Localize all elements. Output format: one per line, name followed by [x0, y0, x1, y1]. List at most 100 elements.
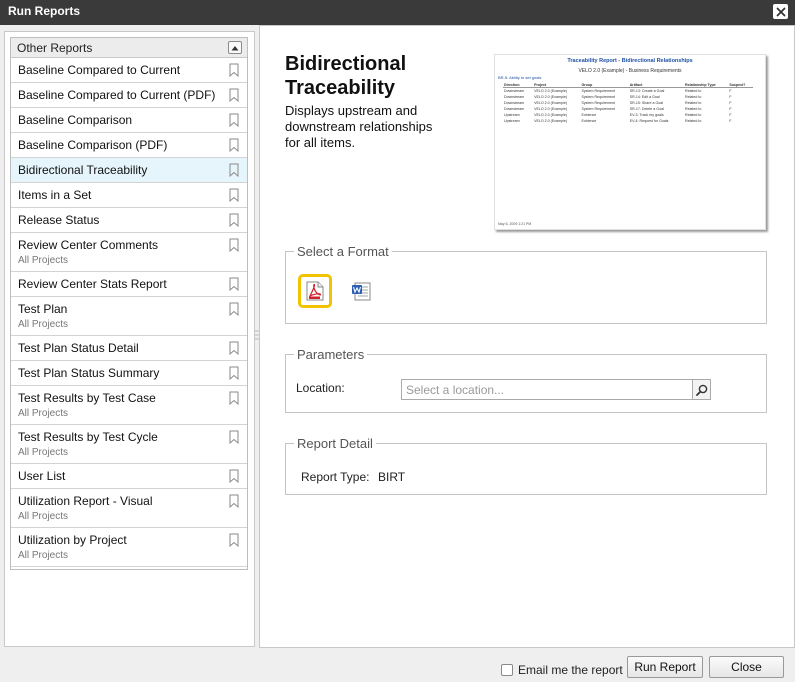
email-option[interactable]: Email me the report: [501, 663, 623, 677]
report-items: Baseline Compared to Current Baseline Com…: [11, 58, 247, 567]
report-list-item[interactable]: Baseline Comparison: [11, 108, 247, 133]
pdf-icon: [306, 281, 324, 301]
report-list-item[interactable]: Test Plan All Projects: [11, 297, 247, 336]
word-format-button[interactable]: [350, 280, 372, 302]
report-item-name: Bidirectional Traceability: [18, 163, 148, 177]
window-title: Run Reports: [8, 4, 80, 18]
report-item-name: Utilization Report - Visual: [18, 494, 153, 508]
bookmark-icon[interactable]: [229, 138, 239, 152]
report-detail-section: Report Detail Report Type: BIRT: [285, 436, 767, 495]
report-item-scope: All Projects: [18, 319, 69, 330]
report-item-name: Items in a Set: [18, 188, 92, 202]
report-item-scope: All Projects: [18, 255, 69, 266]
report-detail-panel: Bidirectional Traceability Displays upst…: [259, 25, 795, 648]
report-item-name: Baseline Compared to Current (PDF): [18, 88, 216, 102]
report-item-name: Utilization by Project: [18, 533, 127, 547]
report-item-scope: All Projects: [18, 550, 69, 561]
report-list-item[interactable]: Test Results by Test Case All Projects: [11, 386, 247, 425]
bookmark-icon[interactable]: [229, 113, 239, 127]
report-list-item[interactable]: Test Results by Test Cycle All Projects: [11, 425, 247, 464]
bookmark-icon[interactable]: [229, 188, 239, 202]
bookmark-icon[interactable]: [229, 469, 239, 483]
report-description: Displays upstream and downstream relatio…: [285, 103, 433, 150]
bookmark-icon[interactable]: [229, 63, 239, 77]
preview-cell: VELO 2.0 (Example): [534, 119, 568, 123]
report-list-item[interactable]: Utilization by Project All Projects: [11, 528, 247, 567]
location-input[interactable]: [401, 379, 693, 400]
report-type-value: BIRT: [378, 470, 406, 484]
report-list-item[interactable]: Baseline Comparison (PDF): [11, 133, 247, 158]
run-report-button[interactable]: Run Report: [627, 656, 703, 678]
report-item-name: Baseline Comparison (PDF): [18, 138, 168, 152]
bookmark-icon[interactable]: [229, 277, 239, 291]
format-legend: Select a Format: [297, 244, 389, 259]
search-icon: [695, 384, 707, 396]
report-list-item[interactable]: Review Center Comments All Projects: [11, 233, 247, 272]
report-detail-legend: Report Detail: [297, 436, 373, 451]
report-preview-thumbnail: Traceability Report - Bidirectional Rela…: [494, 54, 766, 230]
email-checkbox-label: Email me the report: [518, 663, 623, 677]
report-list-header: Other Reports: [11, 38, 247, 58]
parameters-section: Parameters Location:: [285, 347, 767, 413]
bookmark-icon[interactable]: [229, 213, 239, 227]
bookmark-icon[interactable]: [229, 238, 239, 252]
bookmark-icon[interactable]: [229, 341, 239, 355]
bookmark-icon[interactable]: [229, 163, 239, 177]
report-list-item[interactable]: Items in a Set: [11, 183, 247, 208]
word-icon: [352, 282, 371, 301]
preview-subtitle: VELO 2.0 (Example) - Business Requiremen…: [578, 68, 682, 74]
close-icon[interactable]: [773, 4, 788, 19]
report-item-name: Release Status: [18, 213, 100, 227]
report-item-name: Test Results by Test Case: [18, 391, 156, 405]
report-list-item[interactable]: Bidirectional Traceability: [11, 158, 247, 183]
preview-cell: Related to: [684, 119, 702, 123]
report-list-title: Other Reports: [17, 41, 93, 55]
report-item-name: User List: [18, 469, 66, 483]
report-list-item[interactable]: Test Plan Status Detail: [11, 336, 247, 361]
report-item-name: Review Center Stats Report: [18, 277, 167, 291]
preview-table: Direction Project Group Artifact Relationshi…: [503, 82, 753, 124]
report-item-name: Baseline Compared to Current: [18, 63, 181, 77]
parameters-legend: Parameters: [297, 347, 365, 362]
report-list-item[interactable]: Test Plan Status Summary: [11, 361, 247, 386]
caret-up-icon: [231, 45, 239, 50]
report-item-name: Test Plan Status Summary: [18, 366, 160, 380]
report-item-name: Test Plan Status Detail: [18, 341, 139, 355]
format-section: Select a Format: [285, 244, 767, 324]
report-list-item[interactable]: Baseline Compared to Current (PDF): [11, 83, 247, 108]
bookmark-icon[interactable]: [229, 533, 239, 547]
collapse-button[interactable]: [228, 41, 242, 54]
bookmark-icon[interactable]: [229, 88, 239, 102]
bookmark-icon[interactable]: [229, 391, 239, 405]
bookmark-icon[interactable]: [229, 494, 239, 508]
report-item-name: Review Center Comments: [18, 238, 159, 252]
report-item-scope: All Projects: [18, 447, 69, 458]
email-checkbox[interactable]: [501, 664, 513, 676]
bookmark-icon[interactable]: [229, 430, 239, 444]
report-list-item[interactable]: Review Center Stats Report: [11, 272, 247, 297]
bookmark-icon[interactable]: [229, 302, 239, 316]
report-list-item[interactable]: Utilization Report - Visual All Projects: [11, 489, 247, 528]
preview-cell: EV-4: Request for Goals: [629, 119, 669, 123]
report-item-name: Baseline Comparison: [18, 113, 133, 127]
preview-link: BR-5: Ability to set goals: [498, 75, 542, 80]
location-label: Location:: [296, 381, 345, 395]
report-item-name: Test Results by Test Cycle: [18, 430, 158, 444]
report-item-name: Test Plan: [18, 302, 68, 316]
report-list: Other Reports Baseline Compared to Curre…: [10, 37, 248, 570]
bookmark-icon[interactable]: [229, 366, 239, 380]
preview-cell: Upstream: [504, 119, 520, 123]
preview-title: Traceability Report - Bidirectional Rela…: [567, 58, 693, 64]
report-list-item[interactable]: Baseline Compared to Current: [11, 58, 247, 83]
pdf-format-button[interactable]: [298, 274, 332, 308]
report-list-item[interactable]: User List: [11, 464, 247, 489]
report-type-label: Report Type:: [301, 470, 370, 484]
preview-footer: May 6, 2009 1:21 PM: [498, 222, 532, 226]
close-button[interactable]: Close: [709, 656, 784, 678]
preview-row: Upstream VELO 2.0 (Example) Evidence EV-4: …: [503, 118, 753, 124]
preview-cell: Evidence: [581, 119, 597, 123]
report-list-item[interactable]: Release Status: [11, 208, 247, 233]
preview-cell: F: [729, 119, 732, 123]
dialog-body: Other Reports Baseline Compared to Curre…: [0, 25, 795, 682]
location-search-button[interactable]: [692, 379, 711, 400]
